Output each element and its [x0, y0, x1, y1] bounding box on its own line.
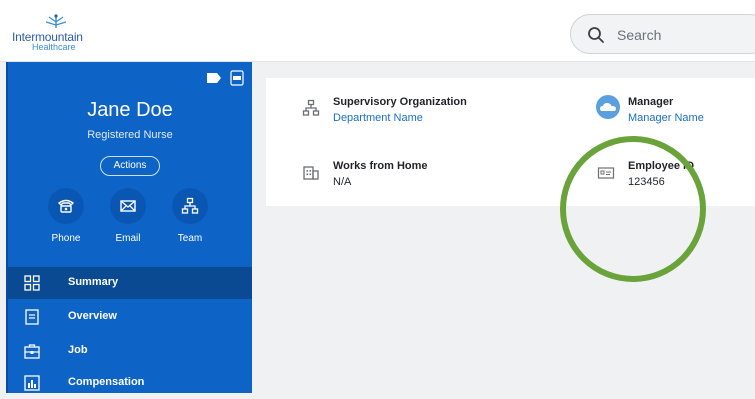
- team-quick-action[interactable]: Team: [165, 188, 215, 244]
- nav-item-compensation[interactable]: Compensation: [8, 367, 252, 399]
- phone-icon: [48, 188, 84, 224]
- works-from-home-label: Works from Home: [333, 160, 428, 172]
- nav-item-summary[interactable]: Summary: [8, 267, 252, 299]
- nav-label-overview: Overview: [68, 310, 117, 322]
- manager-avatar[interactable]: [596, 95, 620, 119]
- logo-leaf-icon: [45, 14, 67, 28]
- phone-quick-action[interactable]: Phone: [41, 188, 91, 244]
- team-label: Team: [177, 233, 203, 244]
- email-label: Email: [115, 233, 141, 244]
- logo-subtext: Healthcare: [32, 42, 76, 52]
- pdf-icon[interactable]: [230, 70, 244, 86]
- employee-id-value: 123456: [628, 176, 665, 188]
- summary-grid-icon: [24, 275, 40, 291]
- profile-role: Registered Nurse: [87, 129, 173, 141]
- job-briefcase-icon: [24, 344, 40, 359]
- works-from-home-value: N/A: [333, 176, 352, 188]
- employee-id-label: Employee ID: [628, 160, 695, 172]
- team-icon: [172, 188, 208, 224]
- search-icon: [588, 27, 604, 43]
- intermountain-logo[interactable]: Intermountain Healthcare: [12, 14, 102, 54]
- id-card-icon: [597, 167, 615, 179]
- supervisory-org-label: Supervisory Organization: [333, 96, 467, 108]
- manager-link[interactable]: Manager Name: [628, 112, 704, 124]
- tag-label-icon[interactable]: [206, 72, 222, 84]
- email-icon: [110, 188, 146, 224]
- nav-label-compensation: Compensation: [68, 376, 145, 388]
- compensation-chart-icon: [24, 375, 40, 391]
- cloud-avatar-icon: [600, 103, 616, 111]
- nav-item-overview[interactable]: Overview: [8, 301, 252, 333]
- org-chart-icon: [302, 99, 320, 116]
- phone-label: Phone: [51, 233, 81, 244]
- summary-card: Supervisory Organization Department Name…: [266, 78, 755, 206]
- email-quick-action[interactable]: Email: [103, 188, 153, 244]
- supervisory-org-link[interactable]: Department Name: [333, 112, 423, 124]
- nav-label-job: Job: [68, 344, 88, 356]
- manager-label: Manager: [628, 96, 674, 108]
- top-bar: Intermountain Healthcare Search: [0, 0, 755, 62]
- actions-button[interactable]: Actions: [100, 156, 160, 176]
- profile-sidebar: Jane Doe Registered Nurse Actions Phone …: [6, 62, 252, 393]
- search-box[interactable]: Search: [570, 14, 755, 54]
- search-placeholder: Search: [617, 27, 662, 43]
- nav-item-job[interactable]: Job: [8, 335, 252, 367]
- building-icon: [303, 166, 319, 180]
- overview-document-icon: [25, 309, 39, 325]
- nav-label-summary: Summary: [68, 276, 119, 288]
- profile-name: Jane Doe: [87, 99, 173, 121]
